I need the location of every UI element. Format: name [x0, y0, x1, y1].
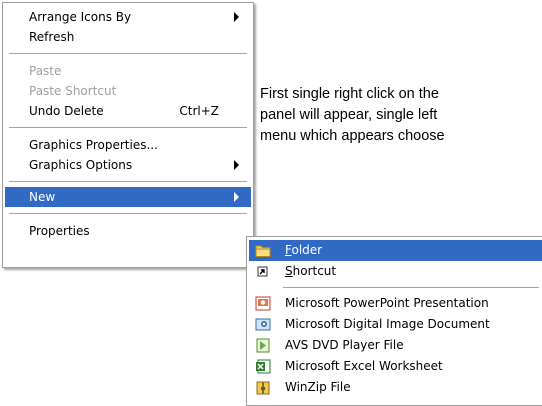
submenu-arrow-icon — [234, 160, 239, 170]
submenu-item-label: Microsoft Excel Worksheet — [285, 359, 443, 373]
desktop-context-menu: Arrange Icons By Refresh Paste Paste Sho… — [2, 2, 254, 268]
menu-item-label: Graphics Properties... — [29, 138, 158, 152]
submenu-item-winzip[interactable]: WinZip File — [249, 377, 542, 398]
submenu-item-digital-image[interactable]: Microsoft Digital Image Document — [249, 314, 542, 335]
menu-separator — [9, 53, 247, 54]
submenu-separator — [283, 287, 539, 288]
digital-image-icon — [255, 317, 271, 332]
submenu-item-shortcut[interactable]: Shortcut — [249, 261, 542, 282]
menu-separator — [9, 127, 247, 128]
menu-item-label: Graphics Options — [29, 158, 133, 172]
menu-item-label: Paste Shortcut — [29, 84, 117, 98]
instruction-line: panel will appear, single left — [260, 107, 438, 123]
submenu-item-label: older — [291, 243, 323, 257]
menu-item-paste-shortcut[interactable]: Paste Shortcut — [5, 81, 251, 101]
menu-item-arrange-icons-by[interactable]: Arrange Icons By — [5, 7, 251, 27]
submenu-arrow-icon — [234, 12, 239, 22]
menu-separator — [9, 213, 247, 214]
excel-icon — [255, 359, 271, 374]
menu-separator — [9, 181, 247, 182]
menu-item-label: Undo Delete — [29, 104, 104, 118]
submenu-item-folder[interactable]: Folder — [249, 240, 542, 261]
menu-item-label: Refresh — [29, 30, 75, 44]
instruction-text: First single right click on the panel wi… — [260, 84, 542, 147]
submenu-item-label: Microsoft Digital Image Document — [285, 317, 490, 331]
submenu-item-label: AVS DVD Player File — [285, 338, 404, 352]
submenu-item-powerpoint[interactable]: Microsoft PowerPoint Presentation — [249, 293, 542, 314]
submenu-arrow-icon — [234, 192, 239, 202]
menu-item-label: Properties — [29, 224, 90, 238]
submenu-item-excel[interactable]: Microsoft Excel Worksheet — [249, 356, 542, 377]
submenu-item-avs-dvd[interactable]: AVS DVD Player File — [249, 335, 542, 356]
mnemonic-letter: S — [285, 264, 293, 278]
menu-item-properties[interactable]: Properties — [5, 221, 251, 241]
menu-item-label: Paste — [29, 64, 62, 78]
shortcut-icon — [255, 264, 271, 279]
menu-item-label: New — [29, 190, 56, 204]
new-submenu: Folder Shortcut Microsoft PowerPoint Pre… — [246, 236, 542, 406]
submenu-item-label: Microsoft PowerPoint Presentation — [285, 296, 489, 310]
menu-item-refresh[interactable]: Refresh — [5, 27, 251, 47]
menu-item-paste[interactable]: Paste — [5, 61, 251, 81]
powerpoint-icon — [255, 296, 271, 311]
instruction-line: menu which appears choose — [260, 128, 445, 144]
submenu-item-label: hortcut — [292, 264, 337, 278]
menu-item-undo-delete[interactable]: Undo Delete Ctrl+Z — [5, 101, 251, 121]
dvd-player-icon — [255, 338, 271, 353]
folder-icon — [255, 243, 271, 258]
menu-item-shortcut: Ctrl+Z — [179, 104, 219, 118]
winzip-icon — [255, 380, 271, 395]
instruction-line: First single right click on the — [260, 86, 439, 102]
menu-item-new[interactable]: New — [5, 187, 251, 207]
menu-item-label: Arrange Icons By — [29, 10, 132, 24]
menu-item-graphics-options[interactable]: Graphics Options — [5, 155, 251, 175]
submenu-item-label: WinZip File — [285, 380, 351, 394]
menu-item-graphics-properties[interactable]: Graphics Properties... — [5, 135, 251, 155]
